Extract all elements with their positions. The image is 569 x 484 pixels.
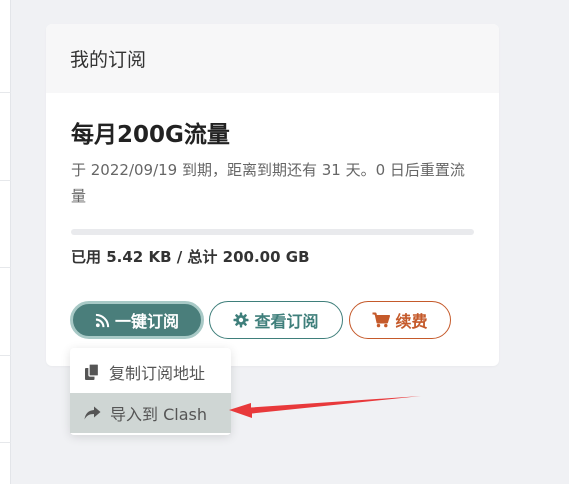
annotation-arrow-shape [229,396,421,418]
annotation-arrow [229,396,421,418]
